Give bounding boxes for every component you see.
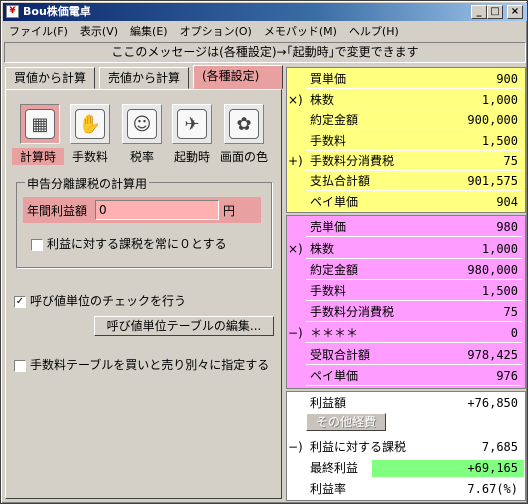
buy-pay-price-row: ペイ単価 904 <box>286 192 526 212</box>
settings-startup-label: 起動時 <box>173 150 210 164</box>
annual-profit-row: 年間利益額 0 円 <box>23 197 261 223</box>
edit-tick-table-button[interactable]: 呼び値単位テーブルの編集... <box>94 316 274 336</box>
maximize-button[interactable]: □ <box>487 5 503 19</box>
buy-fee-row: 手数料 1,500 <box>286 131 526 151</box>
sell-contract-row: 約定金額 980,000 <box>286 260 526 280</box>
menu-memopad[interactable]: メモパッド(M) <box>258 22 343 41</box>
buy-contract-row: 約定金額 900,000 <box>286 110 526 130</box>
annual-profit-label: 年間利益額 <box>27 204 88 218</box>
settings-calc-label: 計算時 <box>12 148 64 165</box>
tab-from-buy[interactable]: 買値から計算 <box>5 67 96 89</box>
calculator-icon: ▦ <box>25 109 55 139</box>
hand-icon: ✋ <box>75 109 105 139</box>
sell-fee-tax-row: 手数料分消費税 75 <box>286 302 526 322</box>
annual-profit-input[interactable]: 0 <box>95 200 219 220</box>
tick-check-label: 呼び値単位のチェックを行う <box>30 294 187 308</box>
settings-tax-label: 税率 <box>129 150 154 164</box>
settings-color-label: 画面の色 <box>219 150 268 164</box>
tab-strip: 買値から計算 売値から計算 (各種設定) <box>5 65 283 89</box>
tax-groupbox: 申告分離課税の計算用 年間利益額 0 円 利益に対する課税を常に０とする <box>16 175 272 268</box>
paint-jar-icon: ✿ <box>229 109 259 139</box>
settings-startup-button[interactable]: ✈ <box>172 104 212 144</box>
tab-settings[interactable]: (各種設定) <box>193 65 283 89</box>
tax-row: −) 利益に対する課税 7,685 <box>288 440 518 454</box>
buy-shares-row: ×) 株数 1,000 <box>286 90 526 110</box>
close-button[interactable]: × <box>507 5 523 19</box>
tick-check-box[interactable]: ✓ <box>14 295 26 308</box>
app-window: ¥ Bou株価電卓 _ □ × ファイル(F) 表示(V) 編集(E) オプション(O… <box>0 0 528 504</box>
profit-row: 利益額 +76,850 <box>310 396 518 410</box>
menu-options[interactable]: オプション(O) <box>174 22 258 41</box>
results-panel: 買単価 900 ×) 株数 1,000 約定金額 900,000 手数料 1,500 +)… <box>286 67 526 501</box>
sell-total-row: 受取合計額 978,425 <box>286 345 526 365</box>
settings-color-button[interactable]: ✿ <box>224 104 264 144</box>
settings-tax-button[interactable]: ☺ <box>122 104 162 144</box>
menu-help[interactable]: ヘルプ(H) <box>343 22 405 41</box>
buy-total-row: 支払合計額 901,575 <box>286 171 526 191</box>
tick-check-checkbox[interactable]: ✓ 呼び値単位のチェックを行う <box>14 292 186 309</box>
buy-fee-tax-row: +) 手数料分消費税 75 <box>286 151 526 171</box>
title-bar[interactable]: ¥ Bou株価電卓 _ □ × <box>3 3 527 21</box>
zero-tax-checkbox-box[interactable] <box>31 238 43 251</box>
buy-price-row: 買単価 900 <box>286 69 526 89</box>
final-profit-row: 最終利益 +69,165 <box>286 458 526 478</box>
zero-tax-checkbox[interactable]: 利益に対する課税を常に０とする <box>31 235 227 252</box>
settings-calc-button[interactable]: ▦ <box>20 104 60 144</box>
tax-group-title: 申告分離課税の計算用 <box>25 175 150 192</box>
runner-icon: ✈ <box>177 109 207 139</box>
menu-edit[interactable]: 編集(E) <box>124 22 174 41</box>
sell-fee-row: 手数料 1,500 <box>286 281 526 301</box>
sell-shares-row: ×) 株数 1,000 <box>286 239 526 259</box>
separate-fee-checkbox[interactable]: 手数料テーブルを買いと売り別々に指定する <box>14 356 269 373</box>
sell-price-row: 売単価 980 <box>286 217 526 237</box>
settings-panel: ▦ ✋ ☺ ✈ ✿ 計算時 手数料 税率 起動時 画面の色 申告分離課税の計算用… <box>5 89 282 499</box>
zero-tax-label: 利益に対する課税を常に０とする <box>47 237 227 251</box>
sell-pay-price-row: ペイ単価 976 <box>286 366 526 386</box>
other-costs-button[interactable]: その他経費 <box>306 413 386 431</box>
face-icon: ☺ <box>127 109 157 139</box>
yen-unit: 円 <box>223 204 236 218</box>
settings-fee-label: 手数料 <box>71 150 108 164</box>
menu-bar: ファイル(F) 表示(V) 編集(E) オプション(O) メモパッド(M) ヘルプ(H) <box>3 22 527 41</box>
menu-view[interactable]: 表示(V) <box>74 22 124 41</box>
separate-fee-label: 手数料テーブルを買いと売り別々に指定する <box>30 358 270 372</box>
minimize-button[interactable]: _ <box>471 5 487 19</box>
app-icon: ¥ <box>6 5 19 18</box>
separate-fee-box[interactable] <box>14 359 26 372</box>
settings-fee-button[interactable]: ✋ <box>70 104 110 144</box>
menu-file[interactable]: ファイル(F) <box>3 22 74 41</box>
message-bar: ここのメッセージは(各種設定)→｢起動時｣で変更できます <box>4 42 526 63</box>
window-title: Bou株価電卓 <box>23 5 91 18</box>
sell-other-row: −) ＊＊＊＊ 0 <box>286 323 526 343</box>
profit-rate-row: 利益率 7.67(%) <box>310 482 518 496</box>
tab-from-sell[interactable]: 売値から計算 <box>99 67 190 89</box>
